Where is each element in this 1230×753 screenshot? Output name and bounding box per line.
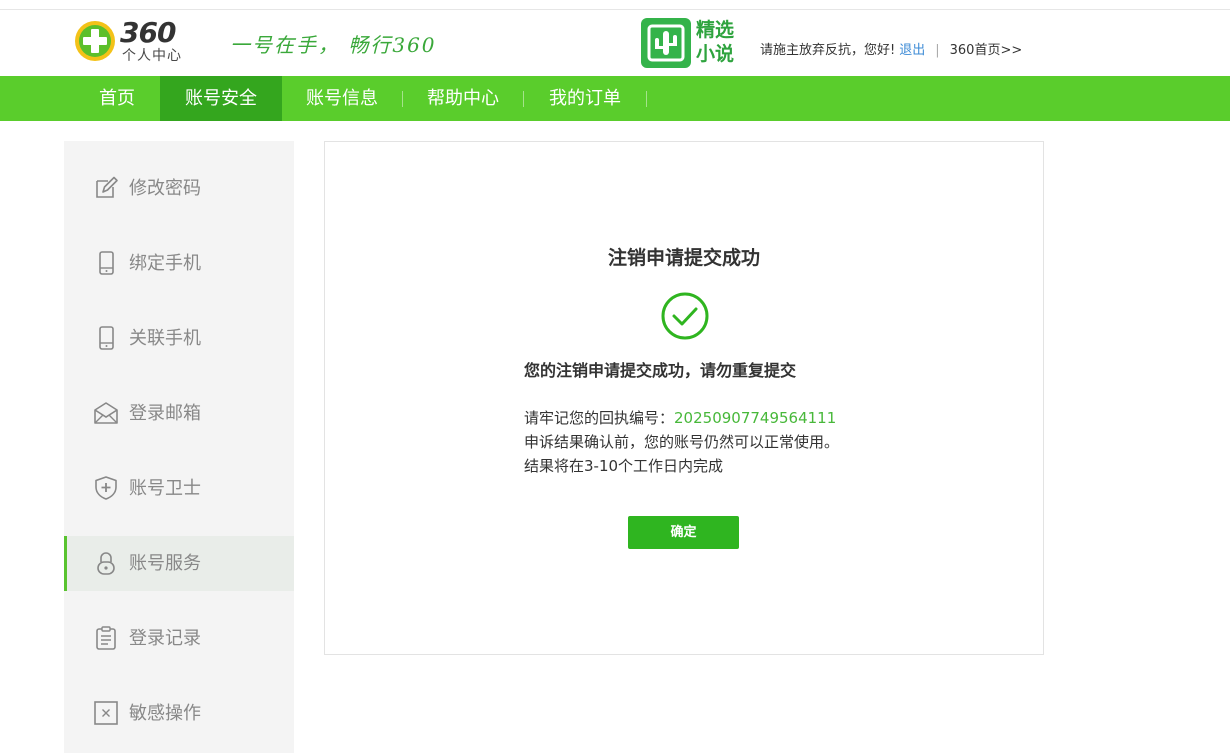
clipboard-icon — [96, 626, 116, 650]
confirm-button[interactable]: 确定 — [628, 516, 739, 549]
separator: | — [935, 43, 940, 58]
nav-item-account-info[interactable]: 账号信息 — [282, 76, 402, 121]
edit-icon — [96, 176, 118, 198]
note-line: 申诉结果确认前，您的账号仍然可以正常使用。 — [524, 433, 840, 451]
page-title: 注销申请提交成功 — [607, 247, 760, 269]
cactus-icon — [641, 18, 691, 68]
receipt-info: 请牢记您的回执编号：20250907749564111 申诉结果确认前，您的账号… — [524, 406, 839, 478]
sidebar-item-label: 账号服务 — [129, 553, 201, 574]
nav-divider — [646, 91, 647, 107]
user-area: 请施主放弃反抗，您好! 退出 | 360首页>> — [760, 42, 1022, 60]
slogan: 一号在手， 畅行360 — [230, 33, 437, 57]
novel-line1: 精选 — [696, 19, 735, 41]
note-line: 结果将在3-10个工作日内完成 — [524, 457, 724, 475]
sidebar-item-login-records[interactable]: 登录记录 — [64, 611, 294, 666]
nav-item-my-orders[interactable]: 我的订单 — [524, 76, 646, 121]
sidebar-item-change-password[interactable]: 修改密码 — [64, 161, 294, 216]
sidebar-item-label: 账号卫士 — [129, 478, 201, 499]
sidebar-item-sensitive-operations[interactable]: 敏感操作 — [64, 686, 294, 741]
close-box-icon — [94, 701, 118, 725]
nav-item-help-center[interactable]: 帮助中心 — [403, 76, 523, 121]
sidebar-item-label: 登录邮箱 — [129, 403, 201, 424]
logout-link[interactable]: 退出 — [899, 43, 925, 58]
phone-icon — [99, 326, 114, 350]
receipt-label: 请牢记您的回执编号： — [524, 409, 675, 427]
novel-line2: 小说 — [696, 43, 735, 65]
sidebar-item-label: 关联手机 — [129, 328, 201, 349]
nav-item-home[interactable]: 首页 — [74, 76, 160, 121]
logo-plus-icon — [75, 21, 115, 61]
sidebar-item-bind-phone[interactable]: 绑定手机 — [64, 236, 294, 291]
logo-number: 360 — [120, 16, 176, 49]
mail-icon — [94, 402, 118, 424]
phone-icon — [99, 251, 114, 275]
success-message: 您的注销申请提交成功，请勿重复提交 — [524, 361, 797, 380]
sidebar-item-account-guard[interactable]: 账号卫士 — [64, 461, 294, 516]
sidebar-item-login-email[interactable]: 登录邮箱 — [64, 386, 294, 441]
novel-ad[interactable]: 精选 小说 — [641, 17, 751, 69]
sidebar-item-label: 敏感操作 — [129, 703, 201, 724]
lock-icon — [97, 552, 115, 575]
logo-360[interactable]: 360 个人中心 — [74, 18, 204, 64]
sidebar-item-linked-phone[interactable]: 关联手机 — [64, 311, 294, 366]
logo-subtitle: 个人中心 — [122, 48, 182, 64]
sidebar: 修改密码 绑定手机 关联手机 登录邮箱 账号卫士 账号服务 登录记录 敏感操作 — [64, 141, 294, 753]
greeting: 请施主放弃反抗，您好! — [760, 43, 896, 58]
check-circle-icon — [661, 292, 709, 340]
sidebar-item-label: 绑定手机 — [129, 253, 201, 274]
header: 360 个人中心 一号在手， 畅行360 精选 小说 请施主放弃反抗，您好! 退出… — [0, 10, 1230, 76]
nav-item-account-security[interactable]: 账号安全 — [160, 76, 282, 121]
sidebar-item-label: 登录记录 — [129, 628, 201, 649]
result-panel: 注销申请提交成功 您的注销申请提交成功，请勿重复提交 请牢记您的回执编号：202… — [324, 141, 1044, 655]
sidebar-item-label: 修改密码 — [129, 178, 201, 199]
main-nav: 首页 账号安全 账号信息 帮助中心 我的订单 — [0, 76, 1230, 121]
shield-icon — [95, 476, 117, 500]
sidebar-item-account-service[interactable]: 账号服务 — [64, 536, 294, 591]
receipt-number: 20250907749564111 — [674, 409, 837, 427]
top-border — [0, 0, 1230, 10]
home-link[interactable]: 360首页>> — [950, 43, 1023, 58]
